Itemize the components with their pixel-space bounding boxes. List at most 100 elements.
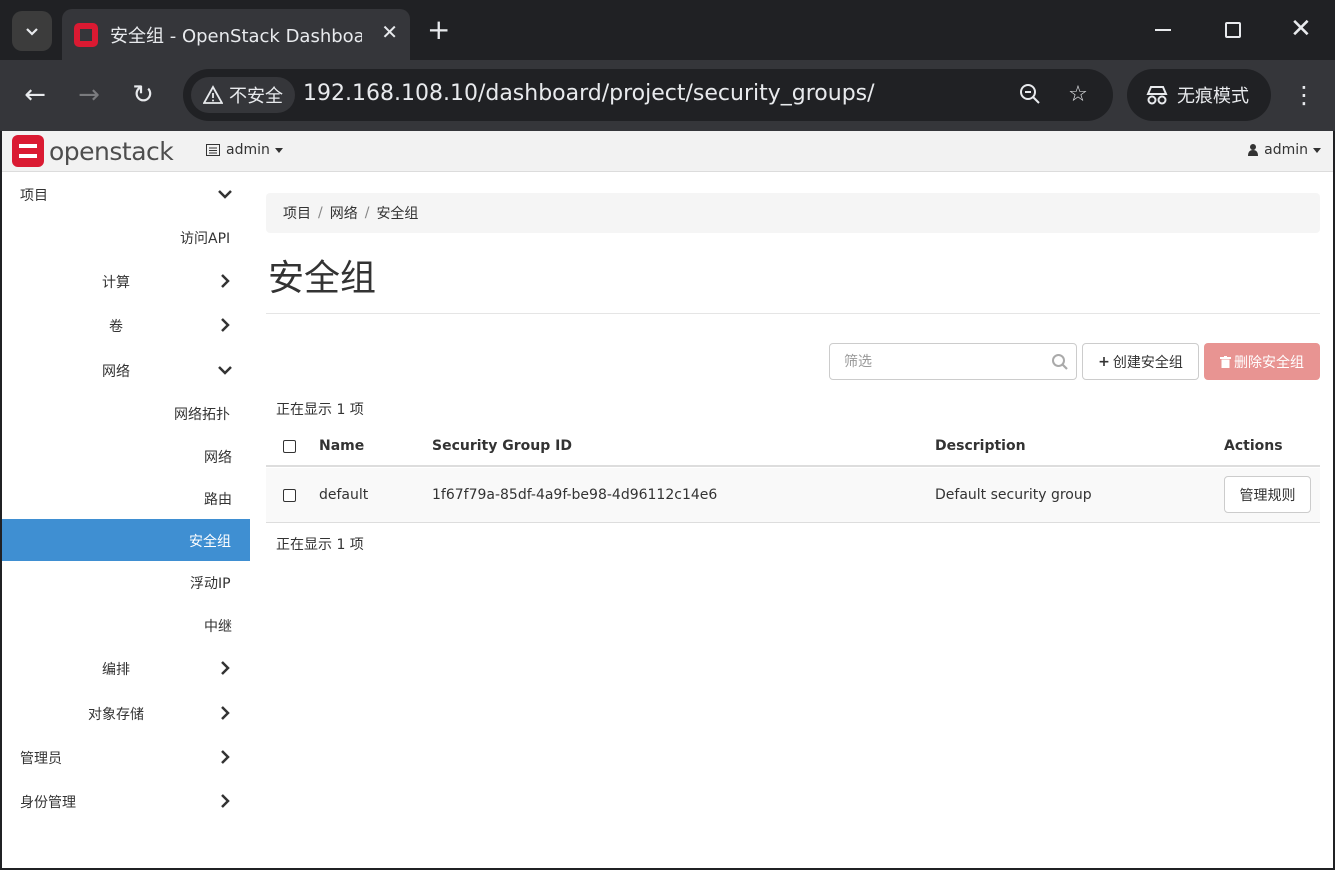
openstack-logo-icon (12, 135, 44, 167)
bookmark-star-icon[interactable]: ☆ (1065, 82, 1091, 108)
more-menu-icon[interactable]: ⋮ (1292, 80, 1316, 110)
chevron-right-icon (221, 794, 230, 808)
chevron-down-icon (218, 190, 232, 199)
filter-field[interactable] (829, 343, 1077, 380)
breadcrumb: 项目 / 网络 / 安全组 (266, 193, 1320, 233)
breadcrumb-item-project[interactable]: 项目 (283, 203, 311, 223)
sidebar-item-volumes[interactable]: 卷 (2, 304, 250, 346)
column-header-actions: Actions (1224, 438, 1283, 454)
sidebar-item-routers[interactable]: 路由 (2, 477, 250, 519)
sidebar-item-floating-ips[interactable]: 浮动IP (2, 561, 250, 603)
security-label: 不安全 (229, 86, 283, 107)
sidebar-item-label: 访问API (180, 231, 231, 247)
minimize-icon[interactable] (1155, 29, 1171, 31)
sidebar-item-label: 中继 (204, 619, 232, 635)
sidebar-item-orchestration[interactable]: 编排 (2, 647, 250, 689)
sidebar-item-network-topology[interactable]: 网络拓扑 (2, 392, 250, 434)
tab-close-icon[interactable]: ✕ (381, 21, 398, 43)
delete-security-group-button[interactable]: 删除安全组 (1204, 343, 1320, 380)
trash-icon (1220, 355, 1231, 368)
sidebar-item-object-store[interactable]: 对象存储 (2, 692, 250, 734)
user-icon (1248, 144, 1259, 156)
filter-input[interactable] (830, 344, 1045, 379)
sidebar-item-security-groups[interactable]: 安全组 (2, 519, 250, 561)
breadcrumb-item-security-groups: 安全组 (376, 206, 419, 222)
sidebar-item-network[interactable]: 网络 (2, 349, 250, 391)
sidebar-item-label: 计算 (102, 275, 130, 291)
incognito-icon (1146, 86, 1168, 105)
user-menu[interactable]: admin (1248, 142, 1321, 158)
page-content: openstack admin admin 项目 访问API 计算 卷 网络 网… (2, 131, 1333, 868)
create-button-label: 创建安全组 (1112, 354, 1183, 371)
cell-name: default (319, 487, 369, 503)
project-selector[interactable]: admin (206, 142, 283, 158)
sidebar-item-label: 浮动IP (190, 576, 231, 592)
item-count-bottom: 正在显示 1 项 (276, 537, 364, 553)
sidebar-item-admin[interactable]: 管理员 (2, 736, 250, 778)
window-close-icon[interactable]: ✕ (1290, 14, 1312, 44)
chevron-right-icon (221, 274, 230, 288)
tab-search-button[interactable] (12, 11, 52, 51)
create-security-group-button[interactable]: + 创建安全组 (1082, 343, 1199, 380)
tab-title: 安全组 - OpenStack Dashboard (110, 25, 362, 47)
sidebar-item-api-access[interactable]: 访问API (2, 216, 250, 258)
sidebar-item-label: 路由 (204, 492, 232, 508)
incognito-label: 无痕模式 (1177, 86, 1249, 107)
column-header-description[interactable]: Description (935, 438, 1026, 454)
sidebar-item-label: 管理员 (20, 751, 62, 767)
sidebar-item-label: 编排 (102, 662, 130, 678)
sidebar-item-project[interactable]: 项目 (2, 173, 250, 215)
url-text[interactable]: 192.168.108.10/dashboard/project/securit… (303, 81, 875, 106)
sidebar-item-label: 网络 (204, 450, 232, 466)
breadcrumb-separator: / (364, 205, 370, 221)
sidebar: 项目 访问API 计算 卷 网络 网络拓扑 网络 路由 安全组 浮动IP 中继 … (2, 173, 250, 868)
chevron-down-icon (26, 28, 38, 36)
logo-text: openstack (49, 136, 174, 166)
reload-icon[interactable]: ↻ (128, 80, 158, 110)
zoom-icon[interactable] (1017, 82, 1043, 108)
page-title: 安全组 (268, 258, 377, 299)
sidebar-item-label: 网络拓扑 (174, 407, 230, 423)
maximize-icon[interactable] (1225, 22, 1241, 38)
column-header-id[interactable]: Security Group ID (432, 438, 572, 454)
chevron-right-icon (221, 661, 230, 675)
sidebar-item-identity[interactable]: 身份管理 (2, 780, 250, 822)
browser-tab[interactable]: 安全组 - OpenStack Dashboard ✕ (62, 9, 410, 60)
forward-icon[interactable]: → (74, 80, 104, 110)
select-all-checkbox[interactable] (283, 440, 296, 453)
browser-toolbar: ← → ↻ 不安全 192.168.108.10/dashboard/proje… (0, 60, 1335, 131)
manage-rules-button[interactable]: 管理规则 (1224, 476, 1311, 513)
app-topbar: openstack admin admin (2, 131, 1333, 172)
incognito-indicator[interactable]: 无痕模式 (1127, 69, 1271, 121)
breadcrumb-item-network[interactable]: 网络 (330, 203, 358, 223)
delete-button-label: 删除安全组 (1234, 354, 1304, 371)
address-bar[interactable]: 不安全 192.168.108.10/dashboard/project/sec… (183, 69, 1113, 121)
sidebar-item-label: 项目 (20, 188, 48, 204)
project-list-icon (206, 144, 220, 156)
plus-icon: + (1098, 353, 1110, 370)
security-indicator[interactable]: 不安全 (191, 77, 295, 113)
chevron-right-icon (221, 706, 230, 720)
new-tab-icon[interactable]: + (427, 14, 450, 46)
openstack-favicon-icon (74, 22, 98, 47)
sidebar-item-networks[interactable]: 网络 (2, 435, 250, 477)
caret-down-icon (1313, 147, 1321, 153)
row-checkbox[interactable] (283, 489, 296, 502)
back-icon[interactable]: ← (20, 80, 50, 110)
column-header-name[interactable]: Name (319, 438, 364, 454)
search-icon[interactable] (1051, 353, 1069, 371)
table-row: default 1f67f79a-85df-4a9f-be98-4d96112c… (266, 468, 1320, 523)
openstack-logo[interactable]: openstack (12, 135, 174, 167)
chevron-right-icon (221, 750, 230, 764)
sidebar-item-label: 网络 (102, 364, 130, 380)
warning-icon (203, 85, 223, 104)
chevron-down-icon (218, 366, 232, 375)
sidebar-item-compute[interactable]: 计算 (2, 260, 250, 302)
browser-tab-bar: 安全组 - OpenStack Dashboard ✕ + ✕ (0, 0, 1335, 60)
user-name: admin (1264, 142, 1308, 158)
cell-description: Default security group (935, 487, 1092, 503)
sidebar-item-trunks[interactable]: 中继 (2, 604, 250, 646)
project-name: admin (226, 142, 270, 158)
table-header: Name Security Group ID Description Actio… (266, 426, 1320, 467)
caret-down-icon (274, 147, 283, 153)
